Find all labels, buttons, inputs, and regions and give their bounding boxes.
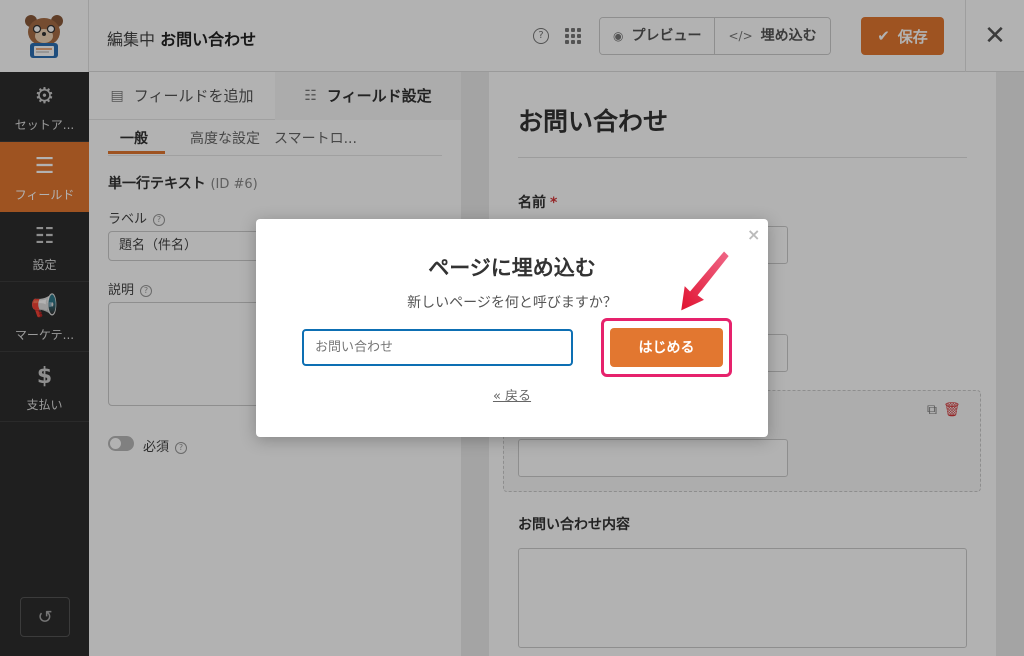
close-icon[interactable]: × (747, 225, 760, 244)
back-link[interactable]: « 戻る (256, 385, 768, 404)
page-name-input[interactable]: お問い合わせ (302, 329, 573, 366)
pointer-arrow-icon (678, 248, 732, 314)
start-button[interactable]: はじめる (610, 328, 723, 367)
